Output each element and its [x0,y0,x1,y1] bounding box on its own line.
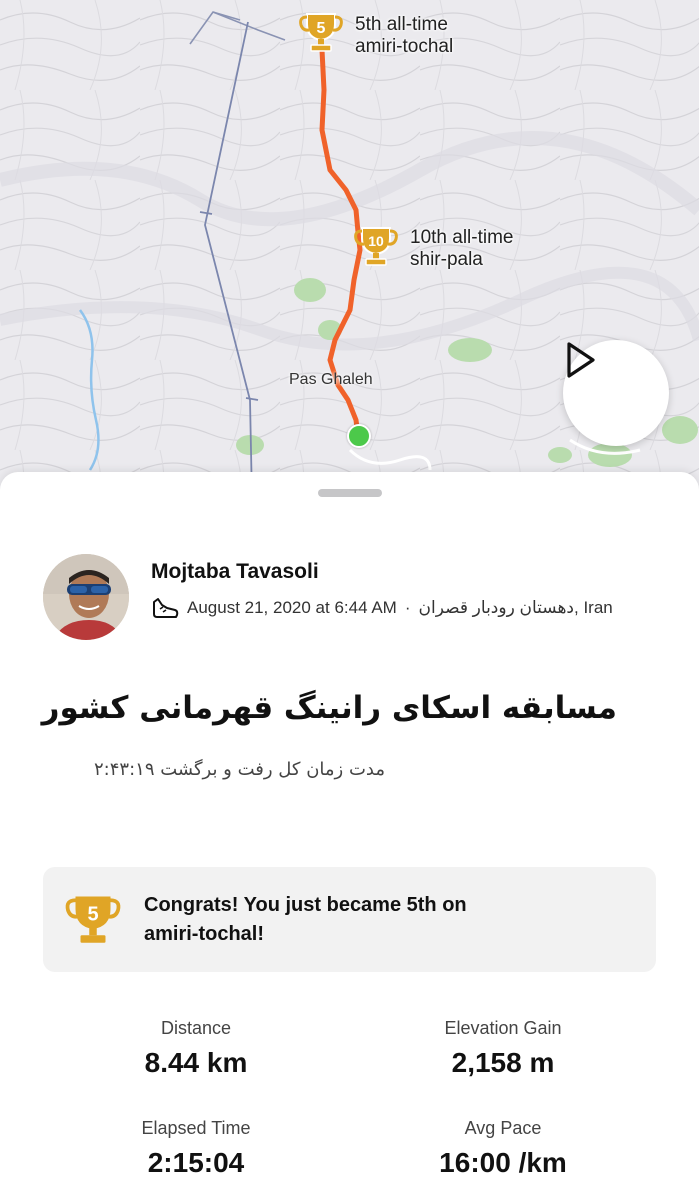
stat-label: Elevation Gain [444,1018,562,1038]
activity-date: August 21, 2020 at 6:44 AM [187,598,397,617]
segment-label-amiri-tochal[interactable]: 5th all-time amiri-tochal [355,14,453,58]
stat-value: 2:15:04 [147,1147,245,1178]
trophy-icon[interactable]: 10 [352,222,400,270]
stat-value: 16:00 /km [439,1147,567,1178]
shoe-icon [153,598,179,618]
segment-rank-text: 5th all-time [355,14,448,35]
athlete-name[interactable]: Mojtaba Tavasoli [151,560,319,584]
svg-text:5: 5 [87,903,98,925]
svg-text:10: 10 [368,233,384,249]
stat-avg-pace: Avg Pace 16:00 /km [353,1118,653,1179]
activity-location: دهستان رودبار قصران, Iran [418,598,613,617]
stat-elevation-gain: Elevation Gain 2,158 m [353,1018,653,1079]
start-marker [347,424,371,448]
segment-name: amiri-tochal [355,36,454,57]
meta-separator: · [404,598,411,617]
stat-label: Elapsed Time [141,1118,251,1138]
stat-distance: Distance 8.44 km [46,1018,346,1079]
stat-value: 2,158 m [451,1047,555,1078]
trophy-icon: 5 [63,889,123,949]
trophy-icon[interactable]: 5 [297,8,345,56]
stat-label: Distance [160,1018,232,1038]
activity-description: مدت زمان کل رفت و برگشت ۲:۴۳:۱۹ [94,759,385,780]
place-label: Pas Ghaleh [289,371,373,388]
sheet-grabber[interactable] [318,489,382,497]
svg-text:5: 5 [317,20,326,37]
avatar[interactable] [43,554,129,640]
play-flyover-button[interactable] [563,340,669,446]
activity-meta: August 21, 2020 at 6:44 AM · دهستان رودب… [151,596,613,620]
activity-map[interactable]: 5 5th all-time amiri-tochal 10 10th all-… [0,0,699,500]
achievement-card[interactable]: 5 Congrats! You just became 5th on amiri… [43,867,656,972]
segment-name: shir-pala [410,249,483,270]
segment-label-shir-pala[interactable]: 10th all-time shir-pala [410,227,514,271]
stat-elapsed-time: Elapsed Time 2:15:04 [46,1118,346,1179]
play-icon [567,342,595,378]
activity-sheet: Mojtaba Tavasoli August 21, 2020 at 6:44… [0,472,699,1200]
achievement-text: Congrats! You just became 5th on amiri-t… [144,894,467,945]
stat-label: Avg Pace [464,1118,542,1138]
stat-value: 8.44 km [144,1047,248,1078]
activity-title: مسابقه اسکای رانینگ قهرمانی کشور [41,690,617,726]
segment-rank-text: 10th all-time [410,227,514,248]
